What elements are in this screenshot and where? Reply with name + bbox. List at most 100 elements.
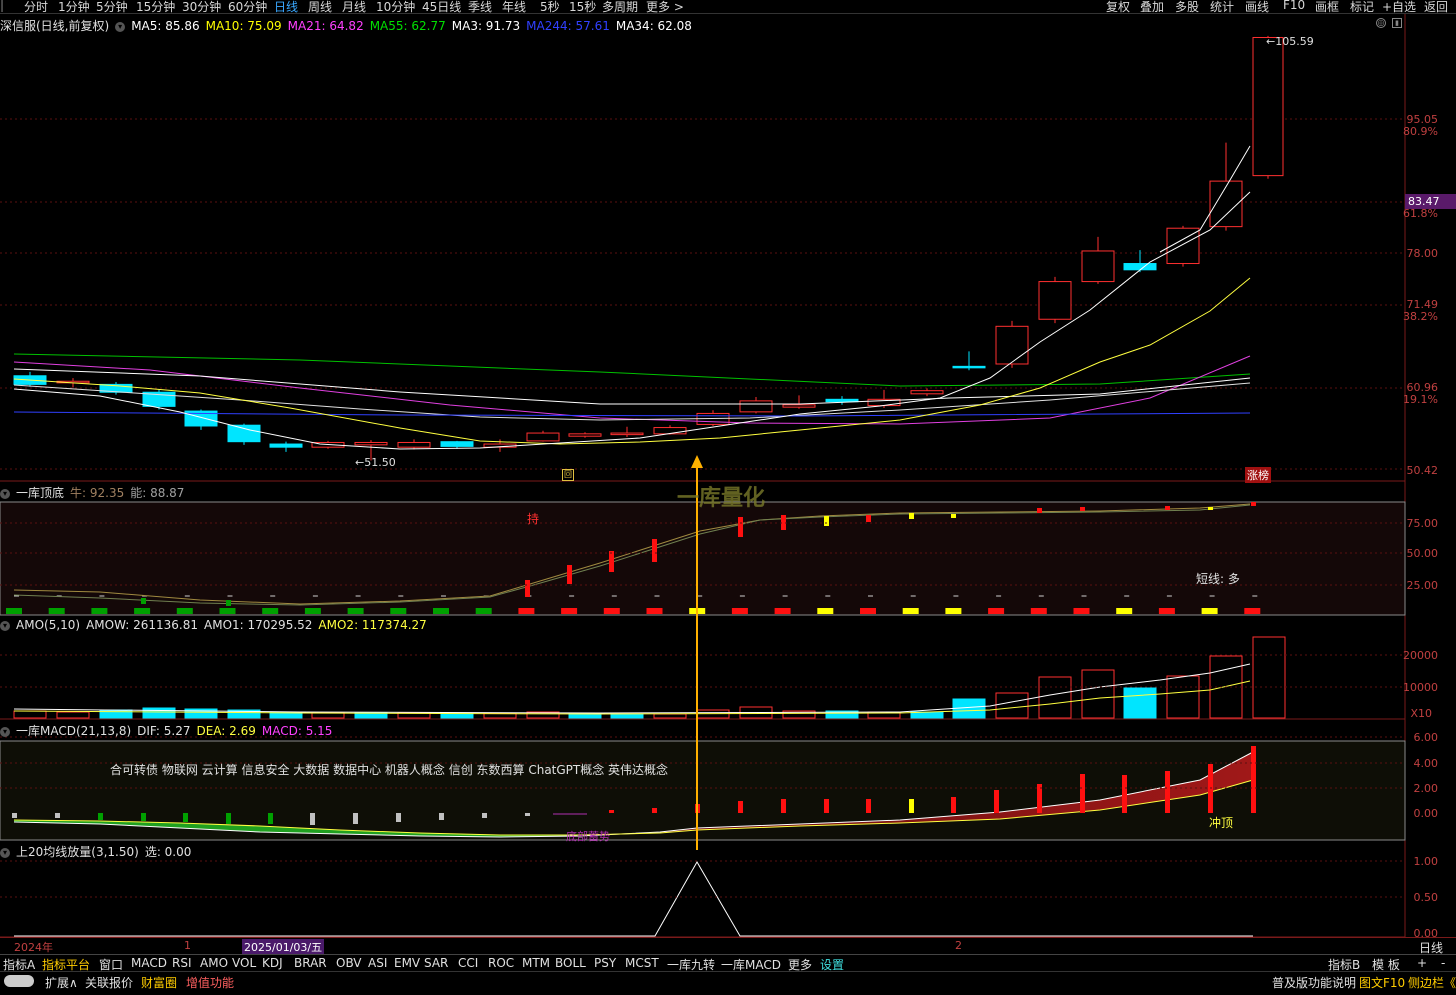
macd-bar bbox=[1251, 746, 1256, 813]
collapse-icon[interactable]: ▾ bbox=[0, 488, 10, 499]
macd-bar bbox=[482, 813, 487, 818]
tool-button-0[interactable]: 复权 bbox=[1106, 0, 1130, 15]
y-label-amo20000: 20000 bbox=[1403, 649, 1438, 662]
candle-body bbox=[782, 404, 816, 408]
tool-button-6[interactable]: 画框 bbox=[1315, 0, 1339, 15]
tb-red-bar bbox=[609, 551, 614, 572]
indicator-tab-8[interactable]: BRAR bbox=[294, 956, 327, 970]
amo-bar bbox=[1038, 676, 1072, 719]
tool-button-5[interactable]: F10 bbox=[1283, 0, 1305, 12]
y-label-50: 50.42 bbox=[1406, 464, 1439, 477]
bottom-right-2[interactable]: + bbox=[1417, 956, 1427, 970]
indicator-tab-17[interactable]: PSY bbox=[594, 956, 616, 970]
indicator-tabs: 指标A 指标平台 窗口 MACD RSI AMO VOL KDJ BRAR OBV ASI EMV SA… bbox=[0, 954, 1456, 972]
wealth-circle-button[interactable]: 财富圈 bbox=[141, 974, 177, 991]
zhangbang-badge[interactable]: 涨榜 bbox=[1245, 467, 1271, 483]
event-marker-icon[interactable]: 回 bbox=[562, 469, 574, 481]
period-tab-6[interactable]: 日线 bbox=[274, 0, 298, 15]
expand-button[interactable]: 扩展∧ bbox=[45, 974, 78, 991]
period-tab-12[interactable]: 年线 bbox=[502, 0, 526, 15]
chongding-label: 冲顶 bbox=[1209, 816, 1234, 830]
tb-red-bar bbox=[652, 539, 657, 562]
indicator-tab-13[interactable]: CCI bbox=[458, 956, 478, 970]
indicator-tab-16[interactable]: BOLL bbox=[555, 956, 586, 970]
candle-body bbox=[568, 433, 602, 437]
toggle-switch[interactable] bbox=[4, 975, 34, 987]
ma-line-6 bbox=[13, 191, 1251, 450]
period-tab-4[interactable]: 30分钟 bbox=[182, 0, 221, 15]
macd-bar bbox=[55, 813, 60, 818]
tool-button-7[interactable]: 标记 bbox=[1350, 0, 1374, 15]
period-tab-5[interactable]: 60分钟 bbox=[228, 0, 267, 15]
tool-button-4[interactable]: 画线 bbox=[1245, 0, 1269, 15]
tb-red-bar bbox=[1037, 508, 1042, 513]
collapse-icon[interactable]: ▾ bbox=[0, 620, 10, 631]
tb-red-bar bbox=[1251, 502, 1256, 506]
period-tab-14[interactable]: 15秒 bbox=[569, 0, 596, 15]
macd-value: MACD: 5.15 bbox=[261, 724, 333, 738]
period-tab-0[interactable]: 分时 bbox=[24, 0, 48, 15]
period-tab-15[interactable]: 多周期 bbox=[602, 0, 638, 15]
tool-button-8[interactable]: +自选 bbox=[1382, 0, 1416, 15]
period-tab-13[interactable]: 5秒 bbox=[540, 0, 560, 15]
menu-icon[interactable]: | bbox=[0, 0, 4, 12]
indicator-tab-15[interactable]: MTM bbox=[522, 956, 550, 970]
indicator-tab-10[interactable]: ASI bbox=[368, 956, 387, 970]
tb-green-bar bbox=[226, 600, 231, 606]
amo-bar bbox=[311, 712, 345, 719]
signal-block bbox=[433, 608, 449, 614]
candle-body bbox=[1123, 263, 1157, 271]
indicator-tab-9[interactable]: OBV bbox=[336, 956, 362, 970]
tool-button-2[interactable]: 多股 bbox=[1175, 0, 1199, 15]
macd-bar bbox=[1122, 775, 1127, 813]
macd-bar bbox=[994, 790, 999, 813]
watermark: 一库量化 bbox=[677, 486, 766, 511]
candle-body bbox=[825, 398, 859, 403]
signal-block bbox=[347, 608, 364, 614]
indicator-tab-11[interactable]: EMV bbox=[394, 956, 420, 970]
value-added-button[interactable]: 增值功能 bbox=[186, 974, 234, 991]
period-tab-10[interactable]: 45日线 bbox=[422, 0, 461, 15]
f10-link[interactable]: 图文F10 bbox=[1359, 974, 1405, 991]
niu-value: 牛: 92.35 bbox=[70, 486, 125, 500]
candle-body bbox=[610, 432, 644, 436]
indicator-tab-14[interactable]: ROC bbox=[488, 956, 514, 970]
status-bar: 扩展∧ 关联报价 财富圈 增值功能 普及版功能说明 图文F10 侧边栏《 bbox=[0, 971, 1456, 991]
tool-button-1[interactable]: 叠加 bbox=[1140, 0, 1164, 15]
tb-red-bar bbox=[866, 515, 871, 522]
candle-body bbox=[1038, 281, 1072, 320]
indicator-tab-3[interactable]: MACD bbox=[131, 956, 167, 970]
indicator-tab-4[interactable]: RSI bbox=[172, 956, 192, 970]
indicator-tab-5[interactable]: AMO bbox=[200, 956, 228, 970]
period-tab-2[interactable]: 5分钟 bbox=[96, 0, 128, 15]
signal-block bbox=[390, 608, 407, 614]
period-tab-7[interactable]: 周线 bbox=[308, 0, 332, 15]
version-info-link[interactable]: 普及版功能说明 bbox=[1272, 974, 1356, 991]
period-tab-8[interactable]: 月线 bbox=[342, 0, 366, 15]
indicator-tab-6[interactable]: VOL bbox=[232, 956, 256, 970]
top-bottom-header: ▾ 一库顶底 牛: 92.35 能: 88.87 bbox=[0, 484, 190, 501]
period-tab-1[interactable]: 1分钟 bbox=[58, 0, 90, 15]
amo-bar bbox=[653, 713, 687, 719]
period-tab-3[interactable]: 15分钟 bbox=[136, 0, 175, 15]
bottom-right-3[interactable]: - bbox=[1441, 956, 1445, 970]
signal-block bbox=[518, 608, 535, 614]
signal-block bbox=[902, 608, 919, 614]
tool-button-9[interactable]: 返回 bbox=[1424, 0, 1448, 15]
signal-block bbox=[603, 608, 620, 614]
collapse-icon[interactable]: ▾ bbox=[0, 726, 10, 737]
signal-block bbox=[988, 608, 1005, 614]
indicator-tab-18[interactable]: MCST bbox=[625, 956, 659, 970]
indicator-tab-7[interactable]: KDJ bbox=[262, 956, 283, 970]
indicator-tab-12[interactable]: SAR bbox=[424, 956, 448, 970]
tb-yellow-bar bbox=[1208, 507, 1213, 510]
period-tab-11[interactable]: 季线 bbox=[468, 0, 492, 15]
period-tab-16[interactable]: 更多 > bbox=[646, 0, 684, 15]
collapse-icon[interactable]: ▾ bbox=[0, 847, 10, 858]
period-tab-9[interactable]: 10分钟 bbox=[376, 0, 415, 15]
related-quote-button[interactable]: 关联报价 bbox=[85, 974, 133, 991]
concept-tags: 合可转债 物联网 云计算 信息安全 大数据 数据中心 机器人概念 信创 东数西算… bbox=[110, 763, 669, 777]
tool-button-3[interactable]: 统计 bbox=[1210, 0, 1234, 15]
sidebar-toggle[interactable]: 侧边栏《 bbox=[1408, 974, 1456, 991]
year-label: 2024年 bbox=[14, 941, 53, 954]
